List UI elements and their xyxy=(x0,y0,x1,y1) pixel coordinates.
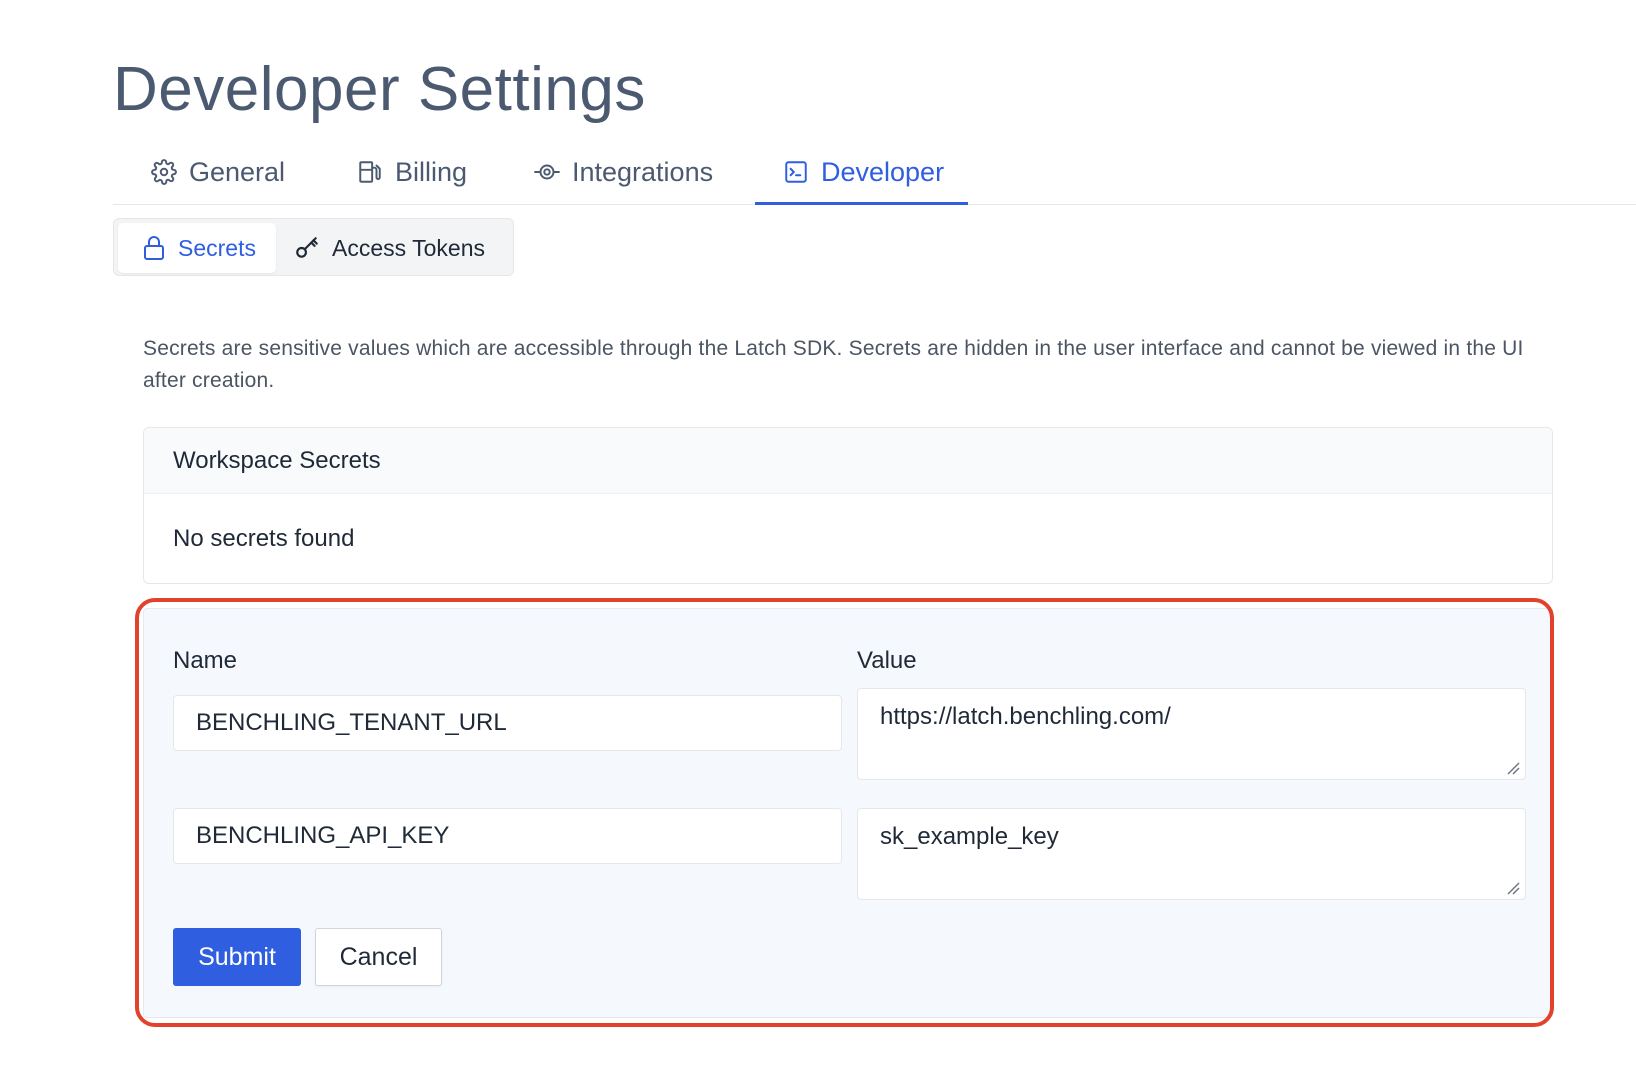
tab-developer[interactable]: Developer xyxy=(783,140,944,204)
active-tab-indicator xyxy=(755,202,968,205)
subtab-secrets[interactable]: Secrets xyxy=(118,223,276,273)
subtab-label: Access Tokens xyxy=(332,234,485,261)
page-title: Developer Settings xyxy=(113,55,646,124)
developer-settings-page: Developer Settings General Billing Integ… xyxy=(0,0,1636,1092)
workspace-secrets-header: Workspace Secrets xyxy=(144,428,1552,494)
tab-label: Integrations xyxy=(572,156,714,187)
secrets-description: Secrets are sensitive values which are a… xyxy=(143,337,1524,392)
fuel-pump-icon xyxy=(357,159,383,185)
tab-label: Developer xyxy=(821,156,945,187)
tab-label: General xyxy=(189,156,286,187)
form-highlight-annotation xyxy=(135,598,1554,1027)
tab-general[interactable]: General xyxy=(151,140,285,204)
settings-tabs: General Billing Integrations Developer xyxy=(113,140,1636,205)
terminal-icon xyxy=(783,159,809,185)
subtab-access-tokens[interactable]: Access Tokens xyxy=(294,223,485,273)
key-icon xyxy=(294,235,320,261)
gear-icon xyxy=(151,159,177,185)
integrations-icon xyxy=(534,159,560,185)
empty-secrets-message: No secrets found xyxy=(173,524,355,552)
tab-billing[interactable]: Billing xyxy=(357,140,467,204)
lock-icon xyxy=(142,235,166,261)
developer-subtabs: Secrets Access Tokens xyxy=(113,218,514,276)
workspace-secrets-card: Workspace Secrets No secrets found xyxy=(143,427,1553,584)
tab-integrations[interactable]: Integrations xyxy=(534,140,713,204)
tab-label: Billing xyxy=(395,156,468,187)
subtab-label: Secrets xyxy=(178,234,256,261)
